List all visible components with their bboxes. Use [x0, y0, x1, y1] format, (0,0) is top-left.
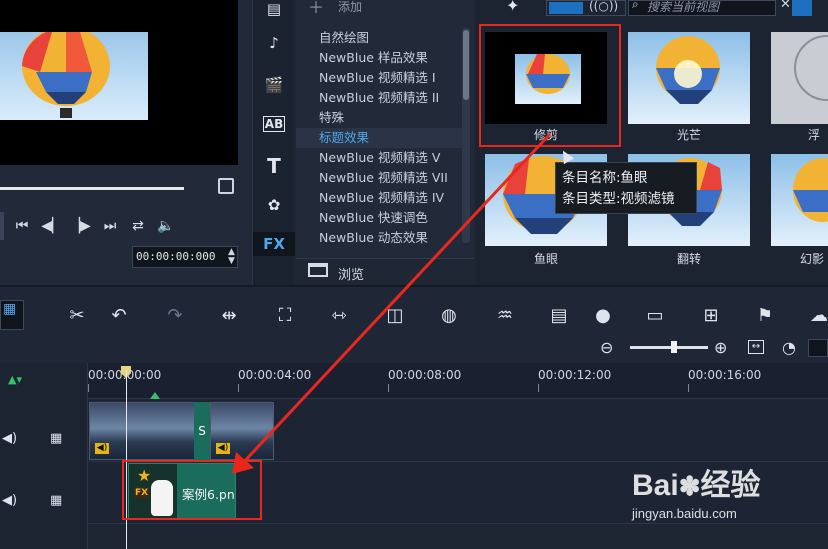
watermark-brand-cn: 经验 [700, 469, 761, 502]
watermark-url: jingyan.baidu.com [632, 506, 737, 521]
paw-icon: ✽ [678, 471, 701, 501]
baidu-watermark: Bai✽经验 jingyan.baidu.com [632, 460, 760, 521]
watermark-brand: Bai [632, 469, 679, 502]
